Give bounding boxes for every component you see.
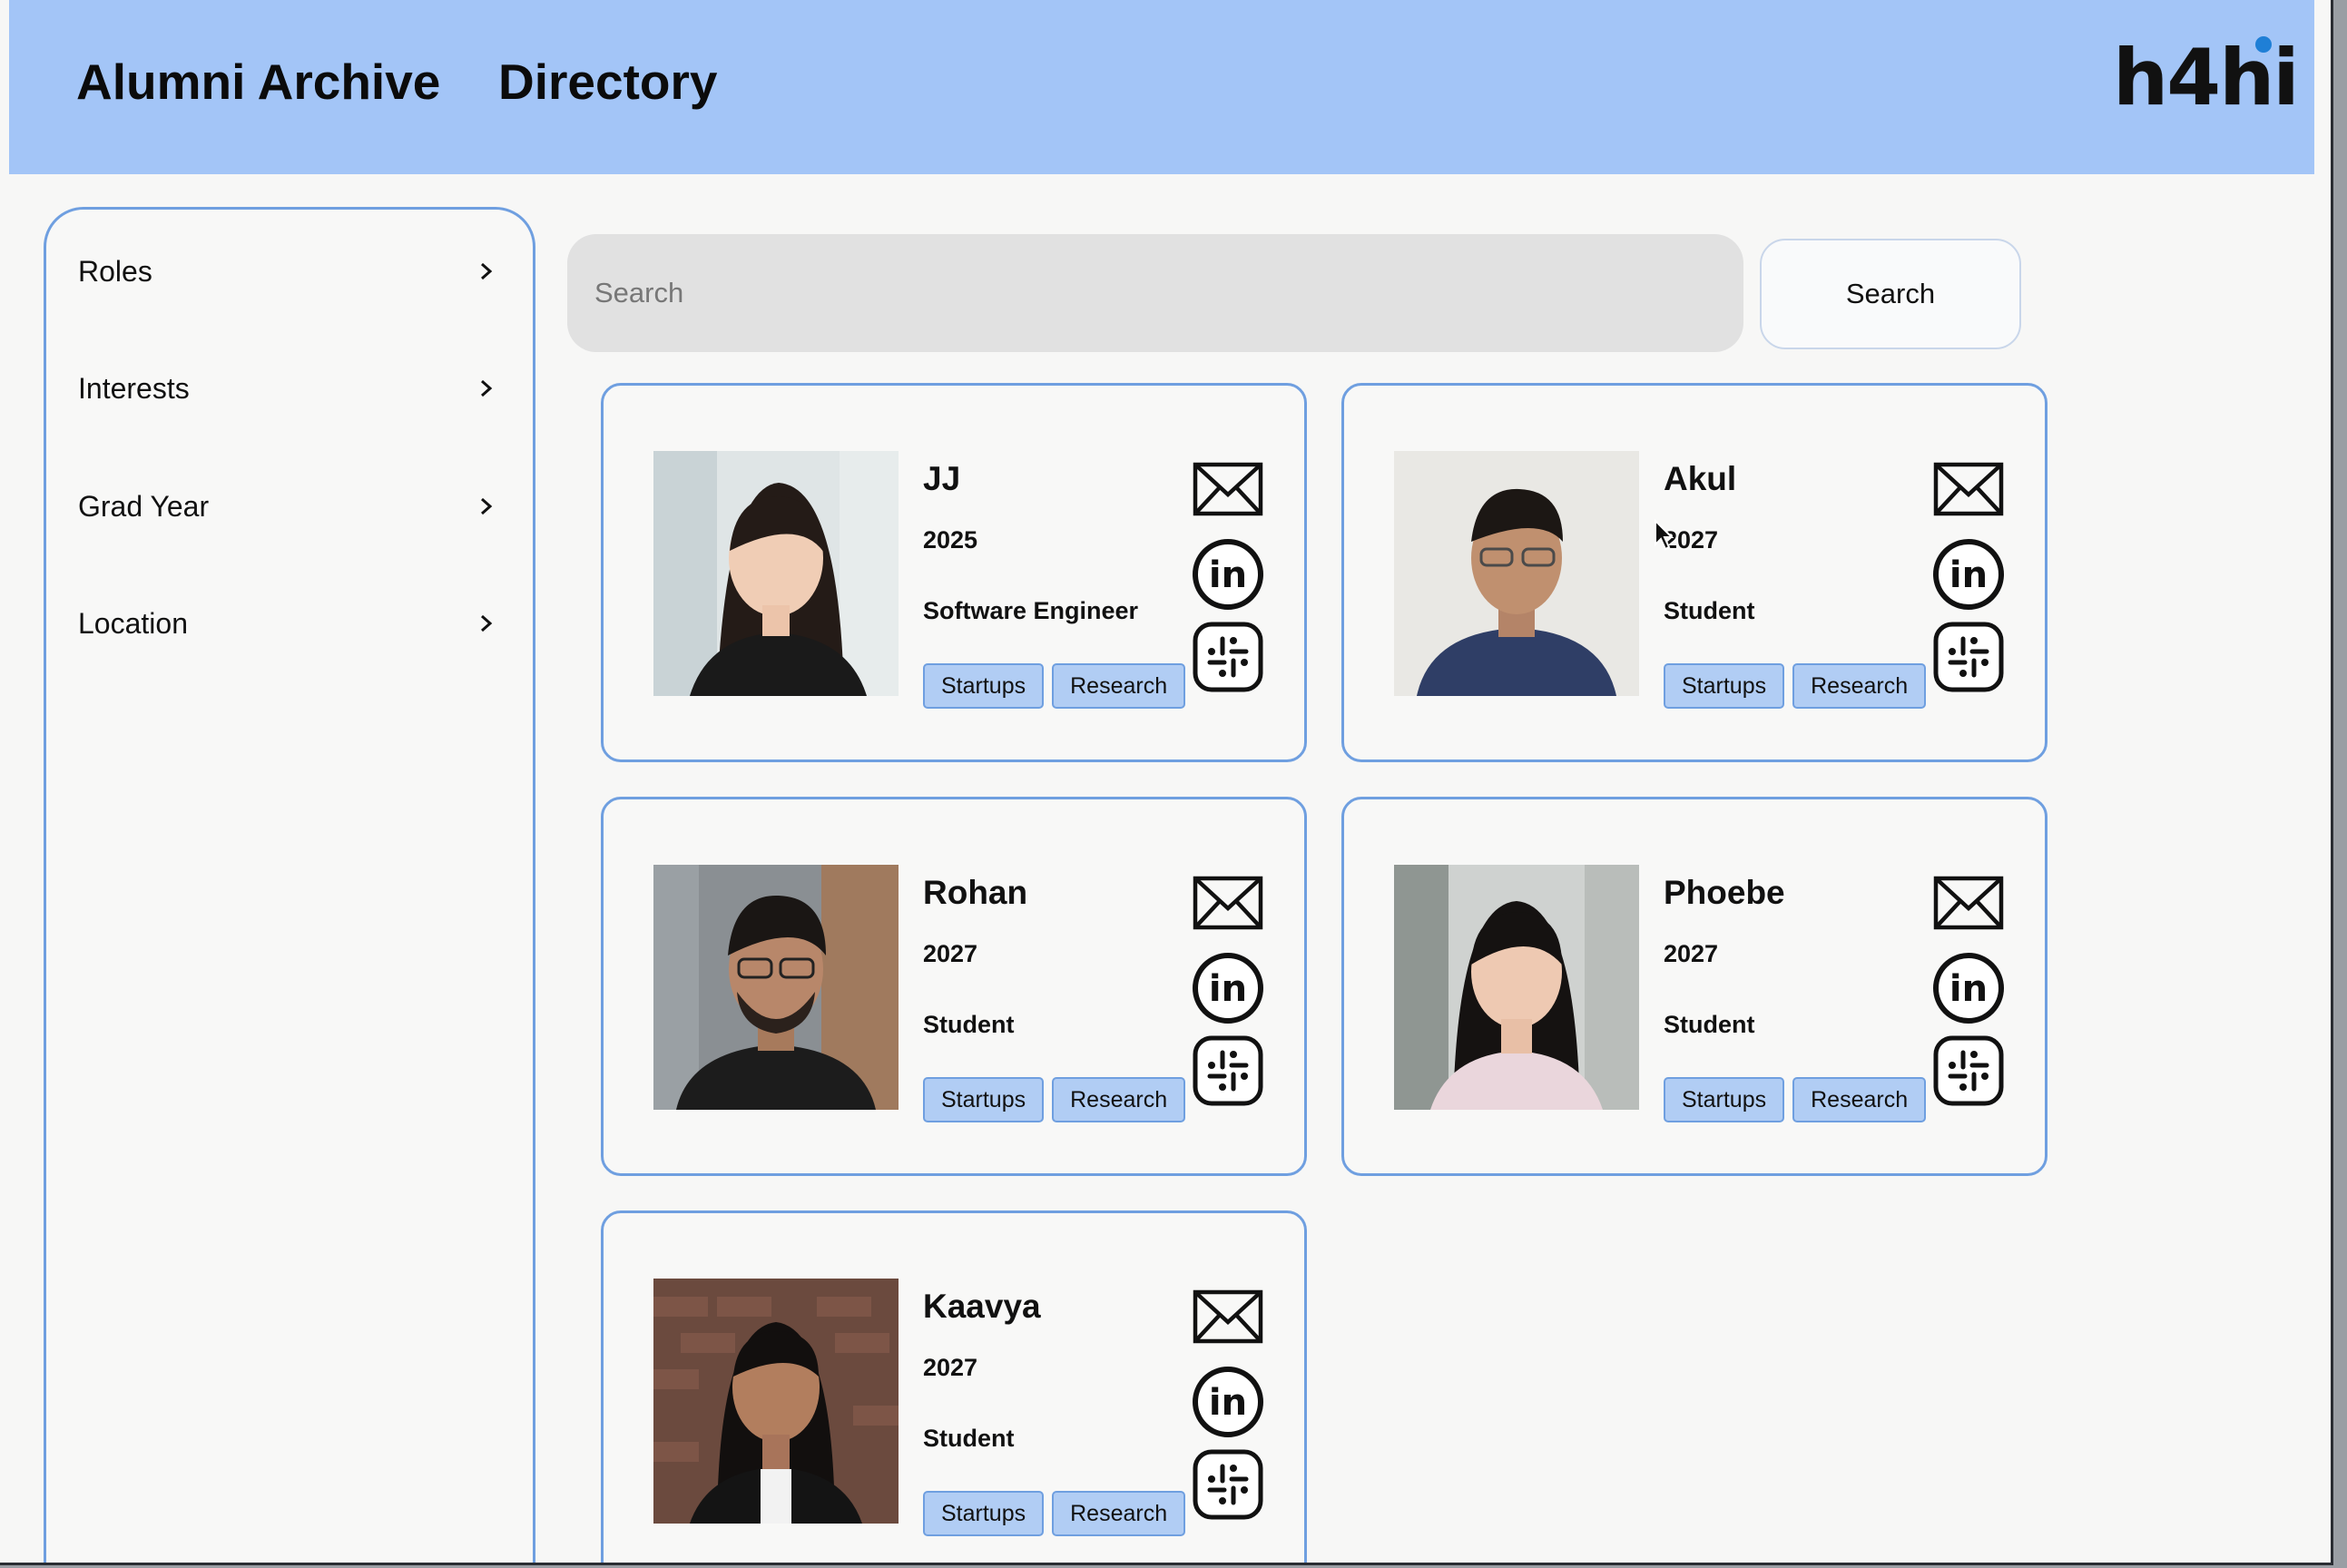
tag-startups[interactable]: Startups xyxy=(1664,1077,1785,1122)
linkedin-icon[interactable]: in xyxy=(1932,538,2005,611)
search-button[interactable]: Search xyxy=(1760,239,2021,349)
profile-photo xyxy=(1394,451,1639,696)
profile-card: Akul 2027 Student Startups Research in xyxy=(1341,383,2047,762)
linkedin-icon[interactable]: in xyxy=(1192,538,1264,611)
logo-dot xyxy=(2255,36,2272,53)
svg-text:in: in xyxy=(1949,968,1988,1010)
h4hi-logo[interactable]: h4hi xyxy=(2113,33,2300,127)
filter-label: Location xyxy=(78,606,188,640)
slack-icon[interactable] xyxy=(1192,621,1264,693)
profile-photo xyxy=(653,1279,899,1524)
profile-grad-year: 2025 xyxy=(923,526,978,554)
chevron-right-icon xyxy=(481,614,493,632)
chevron-right-icon xyxy=(481,262,493,280)
tag-startups[interactable]: Startups xyxy=(1664,663,1785,709)
profile-name: JJ xyxy=(923,460,961,497)
profile-card: JJ 2025 Software Engineer Startups Resea… xyxy=(601,383,1307,762)
filter-sidebar: Roles Interests Grad Year Location xyxy=(44,207,535,1563)
profile-name: Rohan xyxy=(923,874,1028,911)
tag-research[interactable]: Research xyxy=(1052,1077,1186,1122)
filter-interests[interactable]: Interests xyxy=(78,361,496,416)
profile-card: Kaavya 2027 Student Startups Research in xyxy=(601,1210,1307,1563)
slack-icon[interactable] xyxy=(1192,1448,1264,1521)
slack-icon[interactable] xyxy=(1932,1034,2005,1107)
chevron-right-icon xyxy=(481,497,493,515)
profile-name: Phoebe xyxy=(1664,874,1785,911)
slack-icon[interactable] xyxy=(1192,1034,1264,1107)
filter-label: Grad Year xyxy=(78,489,210,523)
profile-role: Student xyxy=(1664,1011,1755,1038)
mail-icon[interactable] xyxy=(1932,460,2005,518)
linkedin-icon[interactable]: in xyxy=(1192,952,1264,1024)
app-window: Alumni Archive Directory h4hi Roles Inte… xyxy=(0,0,2333,1565)
svg-text:in: in xyxy=(1949,554,1988,596)
filter-grad-year[interactable]: Grad Year xyxy=(78,479,496,534)
profile-tags: Startups Research xyxy=(1664,1077,1927,1122)
profile-tags: Startups Research xyxy=(1664,663,1927,709)
profile-tags: Startups Research xyxy=(923,663,1186,709)
mail-icon[interactable] xyxy=(1192,460,1264,518)
profile-photo xyxy=(653,451,899,696)
mouse-cursor-icon xyxy=(1655,519,1674,551)
tag-research[interactable]: Research xyxy=(1792,663,1927,709)
profile-name: Akul xyxy=(1664,460,1737,497)
profile-tags: Startups Research xyxy=(923,1491,1186,1536)
top-nav-bar: Alumni Archive Directory h4hi xyxy=(9,0,2314,174)
tag-research[interactable]: Research xyxy=(1792,1077,1927,1122)
tag-research[interactable]: Research xyxy=(1052,1491,1186,1536)
chevron-right-icon xyxy=(481,379,493,397)
nav-alumni-archive[interactable]: Alumni Archive xyxy=(76,53,440,111)
svg-text:in: in xyxy=(1209,1382,1247,1424)
profile-role: Student xyxy=(1664,597,1755,624)
profile-role: Software Engineer xyxy=(923,597,1139,624)
profile-card: Rohan 2027 Student Startups Research in xyxy=(601,797,1307,1176)
profile-role: Student xyxy=(923,1011,1015,1038)
tag-research[interactable]: Research xyxy=(1052,663,1186,709)
linkedin-icon[interactable]: in xyxy=(1192,1366,1264,1438)
profile-tags: Startups Research xyxy=(923,1077,1186,1122)
search-input[interactable] xyxy=(567,234,1743,352)
profile-role: Student xyxy=(923,1425,1015,1452)
tag-startups[interactable]: Startups xyxy=(923,1077,1045,1122)
filter-label: Interests xyxy=(78,371,190,405)
filter-location[interactable]: Location xyxy=(78,596,496,651)
tag-startups[interactable]: Startups xyxy=(923,1491,1045,1536)
profile-photo xyxy=(1394,865,1639,1110)
profile-card: Phoebe 2027 Student Startups Research in xyxy=(1341,797,2047,1176)
svg-text:in: in xyxy=(1209,554,1247,596)
profile-grad-year: 2027 xyxy=(923,940,978,967)
profile-name: Kaavya xyxy=(923,1288,1041,1325)
slack-icon[interactable] xyxy=(1932,621,2005,693)
tag-startups[interactable]: Startups xyxy=(923,663,1045,709)
filter-roles[interactable]: Roles xyxy=(78,244,496,299)
mail-icon[interactable] xyxy=(1932,874,2005,932)
mail-icon[interactable] xyxy=(1192,1288,1264,1346)
profile-grad-year: 2027 xyxy=(1664,940,1719,967)
linkedin-icon[interactable]: in xyxy=(1932,952,2005,1024)
profile-grad-year: 2027 xyxy=(923,1354,978,1381)
nav-directory[interactable]: Directory xyxy=(498,53,717,111)
profile-photo xyxy=(653,865,899,1110)
svg-text:in: in xyxy=(1209,968,1247,1010)
filter-label: Roles xyxy=(78,254,152,288)
mail-icon[interactable] xyxy=(1192,874,1264,932)
